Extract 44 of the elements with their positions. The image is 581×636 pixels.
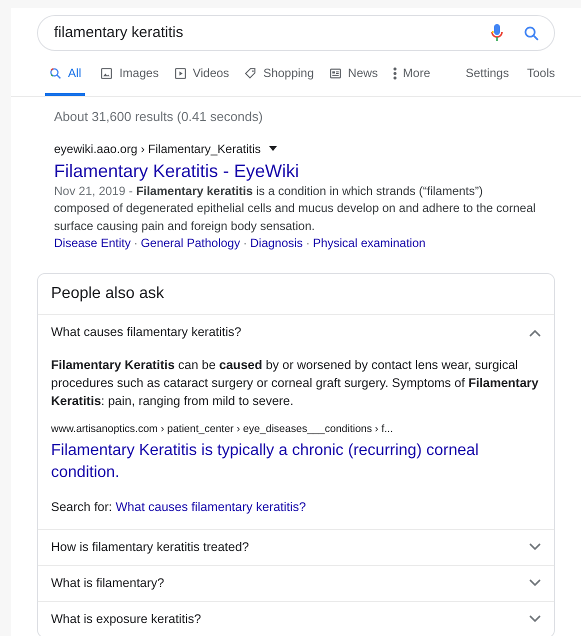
section-heading: People also ask [38, 274, 554, 315]
result-stats: About 31,600 results (0.41 seconds) [54, 108, 264, 126]
dropdown-caret-icon[interactable] [268, 146, 277, 151]
search-tab[interactable]: Videos [174, 64, 230, 96]
tools-link[interactable]: Tools [526, 64, 555, 82]
answer-title-link[interactable]: Filamentary Keratitis is typically a chronic (recurring) corneal condition. [51, 440, 541, 484]
question-row[interactable]: What causes filamentary keratitis? [38, 315, 554, 350]
sitelink[interactable]: Disease Entity [54, 236, 131, 250]
answer-text: Filamentary Keratitis can be caused by or worsened by contact lens wear, surgical procedures such as cataract surgery or corneal graft surgery. Symptoms of Filamentary Keratitis: pain, ranging from mild to severe. [51, 357, 540, 410]
vertical-dots-icon [392, 66, 397, 80]
image-icon [100, 66, 114, 80]
search-query: filamentary keratitis [54, 22, 184, 43]
result-url: eyewiki.aao.org › Filamentary_Keratitis [54, 140, 261, 158]
search-icon [49, 66, 62, 80]
question-row[interactable]: What is filamentary? [38, 566, 554, 600]
question-row[interactable]: What is exposure keratitis? [38, 602, 554, 636]
search-for-label: Search for: [51, 500, 114, 514]
microphone-icon[interactable] [491, 24, 503, 42]
result-snippet: Nov 21, 2019 - Filamentary keratitis is a condition in which strands (“filaments”) composed of degenerated epithelial cells and mucus develop on and adhere to the corneal surface causing pain and foreign body sensation. [54, 182, 537, 234]
question-row[interactable]: How is filamentary keratitis treated? [38, 530, 554, 564]
search-tab[interactable]: All [45, 64, 86, 96]
chevron-down-icon [529, 543, 541, 551]
search-field[interactable]: filamentary keratitis [37, 15, 555, 51]
chevron-down-icon [529, 615, 541, 623]
chevron-up-icon [529, 328, 541, 336]
sitelink[interactable]: Diagnosis [250, 236, 303, 250]
play-icon [174, 66, 187, 80]
separator-dot: · [304, 236, 311, 250]
search-icon[interactable] [523, 24, 540, 42]
tools-link[interactable]: Settings [466, 64, 509, 82]
separator-dot: · [132, 236, 139, 250]
sitelink[interactable]: General Pathology [140, 236, 240, 250]
separator-dot: · [242, 236, 248, 250]
search-tab[interactable]: News [328, 64, 378, 96]
sitelink[interactable]: Physical examination [312, 236, 426, 250]
tag-icon [244, 66, 258, 80]
search-tab[interactable]: Images [100, 64, 159, 96]
search-tab[interactable]: More [392, 64, 430, 96]
source-url: www.artisanoptics.com › patient_center › eye_diseases___conditions › f... [51, 422, 394, 437]
result-title-link[interactable]: Filamentary Keratitis - EyeWiki [54, 158, 551, 182]
search-tab[interactable]: Shopping [244, 64, 314, 96]
chevron-down-icon [529, 579, 541, 587]
newspaper-icon [328, 66, 342, 80]
search-for-link[interactable]: What causes filamentary keratitis? [116, 500, 306, 514]
